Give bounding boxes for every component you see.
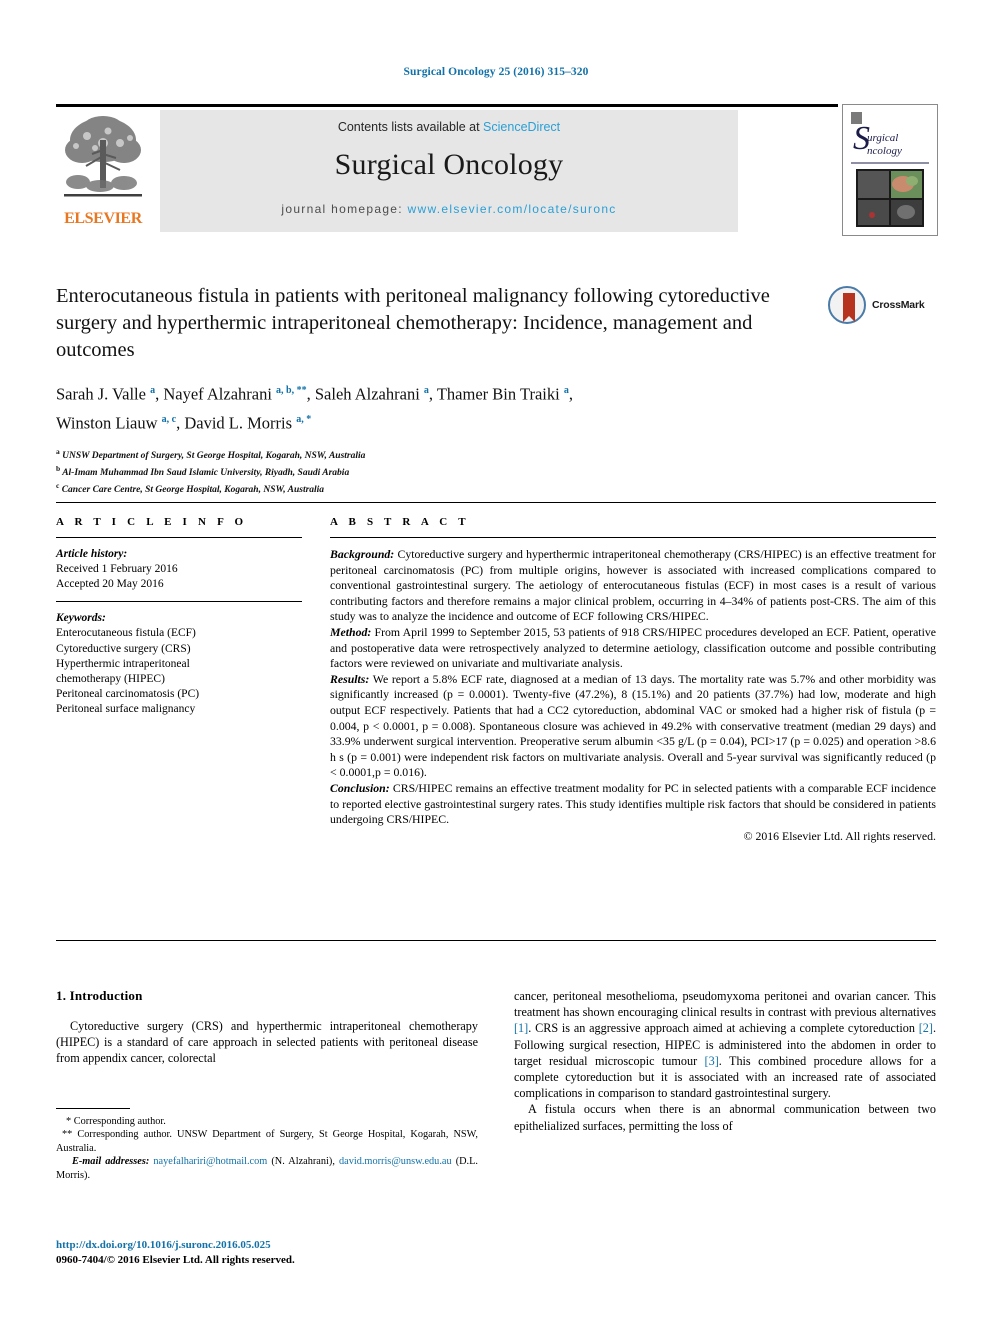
homepage-url-link[interactable]: www.elsevier.com/locate/suronc [408, 202, 617, 216]
sciencedirect-band: Contents lists available at ScienceDirec… [160, 110, 738, 232]
elsevier-logo: ELSEVIER [60, 110, 146, 232]
abstract-results-label: Results: [330, 671, 370, 686]
affiliation-list: a UNSW Department of Surgery, St George … [56, 446, 936, 496]
author-affil-marker: a, b, ** [276, 385, 307, 396]
footnote-block: * Corresponding author. ** Corresponding… [56, 1108, 478, 1182]
keyword-item: Enterocutaneous fistula (ECF) [56, 627, 196, 640]
issn-copyright-line: 0960-7404/© 2016 Elsevier Ltd. All right… [56, 1253, 295, 1266]
contents-prefix: Contents lists available at [337, 120, 484, 134]
affiliation-marker: a [56, 447, 60, 456]
abstract-results: Results: We report a 5.8% ECF rate, diag… [330, 672, 936, 781]
sciencedirect-link[interactable]: ScienceDirect [483, 120, 560, 134]
corresponding-author-1: * Corresponding author. [66, 1116, 166, 1127]
abstract-copyright: © 2016 Elsevier Ltd. All rights reserved… [743, 828, 936, 843]
section-top-rule [56, 502, 936, 503]
elsevier-wordmark: ELSEVIER [64, 210, 142, 227]
affiliation-text: Cancer Care Centre, St George Hospital, … [61, 484, 325, 495]
keywords-rule [56, 601, 302, 603]
affiliation-item: a UNSW Department of Surgery, St George … [56, 446, 936, 463]
keywords-label: Keywords: [56, 612, 106, 625]
page-title: Enterocutaneous fistula in patients with… [56, 285, 770, 361]
affiliation-marker: b [56, 463, 61, 473]
homepage-prefix: journal homepage: [281, 202, 408, 216]
body-column-left: 1. Introduction Cytoreductive surgery (C… [56, 988, 478, 1067]
footnote-rule [56, 1108, 130, 1109]
article-info-heading: A R T I C L E I N F O [56, 516, 248, 528]
email-link-1[interactable]: nayefalhariri@hotmail.com [153, 1156, 267, 1167]
email-addresses-line: E-mail addresses: nayefalhariri@hotmail.… [56, 1155, 478, 1182]
svg-text:urgical: urgical [867, 132, 898, 144]
journal-masthead: ELSEVIER Contents lists available at Sci… [56, 104, 938, 236]
article-title-block: Enterocutaneous fistula in patients with… [56, 283, 936, 496]
doi-block: http://dx.doi.org/10.1016/j.suronc.2016.… [56, 1238, 496, 1267]
affiliation-text: Al-Imam Muhammad Ibn Saud Islamic Univer… [62, 467, 350, 478]
contents-available-line: Contents lists available at ScienceDirec… [160, 120, 738, 134]
intro-paragraph-left: Cytoreductive surgery (CRS) and hyperthe… [56, 1019, 478, 1066]
citation-ref-1[interactable]: [1] [514, 1021, 528, 1035]
journal-article-page: Surgical Oncology 25 (2016) 315–320 ELSE… [0, 0, 992, 1323]
article-history-label: Article history: [56, 548, 128, 560]
abstract-method: Method: From April 1999 to September 201… [330, 625, 936, 672]
affiliation-item: c Cancer Care Centre, St George Hospital… [56, 480, 936, 497]
crossmark-ribbon-shape [843, 293, 855, 322]
body-separator-rule [56, 940, 936, 941]
fistula-paragraph: A fistula occurs when there is an abnorm… [514, 1102, 936, 1133]
abstract-results-text: We report a 5.8% ECF rate, diagnosed at … [330, 671, 936, 780]
abstract-background: Background: Cytoreductive surgery and hy… [330, 547, 936, 625]
author-affil-marker: a, c [161, 413, 177, 425]
doi-link[interactable]: http://dx.doi.org/10.1016/j.suronc.2016.… [56, 1238, 496, 1253]
intro-text-a: cancer, peritoneal mesothelioma, pseudom… [514, 989, 936, 1020]
crossmark-icon [828, 286, 866, 324]
citation-ref-2[interactable]: [2] [919, 1021, 933, 1035]
running-head: Surgical Oncology 25 (2016) 315–320 [403, 66, 589, 78]
abstract-body: Background: Cytoreductive surgery and hy… [330, 547, 936, 844]
author-affil-marker: a [423, 385, 429, 396]
abstract-rule [330, 537, 936, 538]
elsevier-tree-icon [62, 110, 144, 208]
introduction-heading: 1. Introduction [56, 988, 143, 1003]
affiliation-item: b Al-Imam Muhammad Ibn Saud Islamic Univ… [56, 463, 936, 480]
article-history-block: Article history: Received 1 February 201… [56, 547, 302, 592]
author-affil-marker: a [150, 385, 156, 396]
intro-text-b: . CRS is an aggressive approach aimed at… [528, 1021, 919, 1036]
abstract-background-label: Background: [330, 547, 395, 561]
received-date: Received 1 February 2016 [56, 563, 178, 575]
svg-text:ncology: ncology [867, 145, 902, 157]
abstract-conclusion-text: CRS/HIPEC remains an effective treatment… [330, 780, 936, 827]
abstract-method-label: Method: [330, 624, 372, 639]
abstract-background-text: Cytoreductive surgery and hyperthermic i… [330, 547, 936, 624]
keywords-block: Keywords: Enterocutaneous fistula (ECF) … [56, 601, 302, 717]
article-info-rule [56, 537, 302, 538]
abstract-conclusion-label: Conclusion: [330, 780, 390, 795]
affiliation-text: UNSW Department of Surgery, St George Ho… [62, 451, 366, 462]
journal-title: Surgical Oncology [334, 148, 564, 181]
keyword-item: Cytoreductive surgery (CRS) [56, 642, 191, 655]
keyword-item: Hyperthermic intraperitoneal [56, 657, 190, 670]
accepted-date: Accepted 20 May 2016 [56, 578, 164, 591]
journal-homepage-line: journal homepage: www.elsevier.com/locat… [160, 202, 738, 216]
affiliation-marker: c [56, 480, 60, 490]
author-affil-marker: a [563, 385, 569, 396]
author-list: Sarah J. Valle a, Nayef Alzahrani a, b, … [56, 384, 573, 433]
article-info-column: A R T I C L E I N F O Article history: R… [56, 516, 302, 718]
crossmark-badge[interactable]: CrossMark [828, 286, 936, 326]
intro-paragraph-right: cancer, peritoneal mesothelioma, pseudom… [514, 988, 936, 1101]
email-label: E-mail addresses: [72, 1156, 150, 1168]
abstract-column: A B S T R A C T Background: Cytoreductiv… [330, 516, 936, 844]
citation-ref-3[interactable]: [3] [705, 1054, 719, 1068]
keyword-item: Peritoneal carcinomatosis (PC) [56, 688, 200, 701]
keyword-item: Peritoneal surface malignancy [56, 703, 196, 716]
abstract-method-text: From April 1999 to September 2015, 53 pa… [330, 624, 936, 671]
crossmark-label: CrossMark [872, 299, 925, 311]
author-affil-marker: a, * [296, 413, 312, 425]
corresponding-author-2: ** Corresponding author. UNSW Department… [56, 1129, 478, 1154]
abstract-heading: A B S T R A C T [330, 516, 470, 528]
masthead-top-rule [56, 104, 838, 107]
body-column-right: cancer, peritoneal mesothelioma, pseudom… [514, 988, 936, 1134]
keyword-item: chemotherapy (HIPEC) [56, 673, 165, 686]
email-name-1: (N. Alzahrani), [267, 1156, 339, 1168]
email-link-2[interactable]: david.morris@unsw.edu.au [339, 1156, 452, 1167]
journal-cover-thumbnail: S urgical ncology [842, 104, 938, 236]
abstract-conclusion: Conclusion: CRS/HIPEC remains an effecti… [330, 781, 936, 828]
